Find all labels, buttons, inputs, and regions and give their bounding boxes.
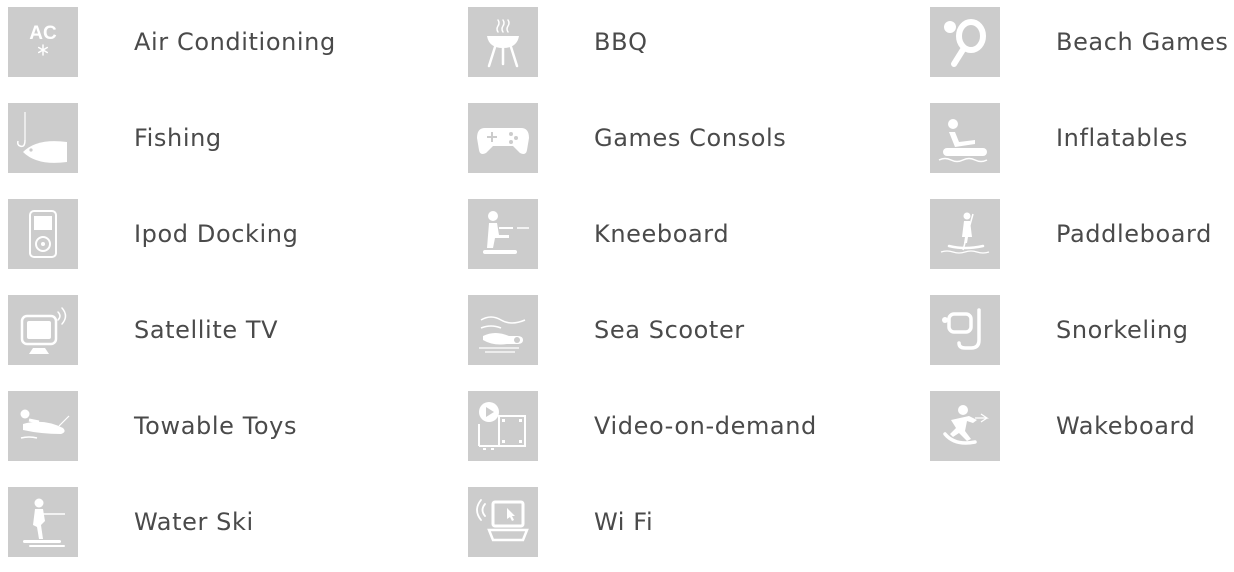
amenity-label: Video-on-demand <box>594 412 817 440</box>
amenity-label: Water Ski <box>134 508 254 536</box>
amenity-label: Games Consols <box>594 124 787 152</box>
amenity-inflatables: Inflatables <box>930 103 1188 173</box>
towable-toys-icon <box>8 391 78 461</box>
beach-games-icon <box>930 7 1000 77</box>
sea-scooter-icon <box>468 295 538 365</box>
bbq-icon <box>468 7 538 77</box>
amenity-label: Sea Scooter <box>594 316 745 344</box>
amenity-label: Air Conditioning <box>134 28 336 56</box>
amenity-label: Beach Games <box>1056 28 1229 56</box>
amenity-wakeboard: Wakeboard <box>930 391 1195 461</box>
amenity-label: Kneeboard <box>594 220 730 248</box>
wifi-laptop-icon <box>468 487 538 557</box>
amenity-label: BBQ <box>594 28 648 56</box>
amenity-games-consols: Games Consols <box>468 103 786 173</box>
amenity-kneeboard: Kneeboard <box>468 199 729 269</box>
amenity-label: Inflatables <box>1056 124 1189 152</box>
amenity-water-ski: Water Ski <box>8 487 254 557</box>
amenity-fishing: Fishing <box>8 103 222 173</box>
amenity-label: Wakeboard <box>1056 412 1196 440</box>
amenity-label: Satellite TV <box>134 316 279 344</box>
amenity-label: Towable Toys <box>134 412 298 440</box>
amenity-bbq: BBQ <box>468 7 648 77</box>
inflatables-icon <box>930 103 1000 173</box>
amenity-label: Snorkeling <box>1056 316 1189 344</box>
amenity-snorkeling: Snorkeling <box>930 295 1189 365</box>
ipod-icon <box>8 199 78 269</box>
amenity-wifi: Wi Fi <box>468 487 653 557</box>
fishing-icon <box>8 103 78 173</box>
amenity-air-conditioning: AC Air Conditioning <box>8 7 336 77</box>
air-conditioning-icon: AC <box>8 7 78 77</box>
air-conditioning-icon-text: AC <box>29 23 57 44</box>
amenity-sea-scooter: Sea Scooter <box>468 295 745 365</box>
water-ski-icon <box>8 487 78 557</box>
paddleboard-icon <box>930 199 1000 269</box>
amenity-ipod-docking: Ipod Docking <box>8 199 298 269</box>
amenity-label: Paddleboard <box>1056 220 1212 248</box>
amenity-video-on-demand: Video-on-demand <box>468 391 817 461</box>
game-controller-icon <box>468 103 538 173</box>
wakeboard-icon <box>930 391 1000 461</box>
kneeboard-icon <box>468 199 538 269</box>
snorkel-mask-icon <box>930 295 1000 365</box>
amenity-satellite-tv: Satellite TV <box>8 295 278 365</box>
satellite-tv-icon <box>8 295 78 365</box>
video-on-demand-icon <box>468 391 538 461</box>
amenity-towable-toys: Towable Toys <box>8 391 297 461</box>
amenity-label: Ipod Docking <box>134 220 299 248</box>
amenity-beach-games: Beach Games <box>930 7 1229 77</box>
amenity-label: Wi Fi <box>594 508 654 536</box>
amenity-paddleboard: Paddleboard <box>930 199 1212 269</box>
amenity-label: Fishing <box>134 124 222 152</box>
